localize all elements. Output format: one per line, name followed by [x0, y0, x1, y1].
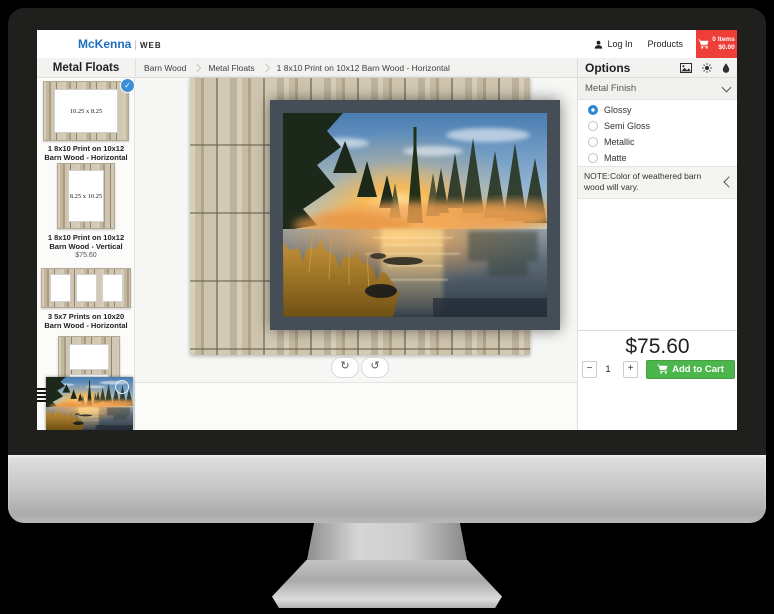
preview-area: ↻ ↺ — [135, 78, 577, 430]
cart-count: 0 Items — [712, 36, 734, 44]
cart-icon — [657, 364, 668, 374]
item-title: 1 8x10 Print on 10x12 — [37, 144, 135, 153]
breadcrumb-item-barn-wood[interactable]: Barn Wood — [144, 63, 186, 73]
mini-print — [102, 274, 123, 302]
rotate-clockwise-button[interactable]: ↻ — [331, 357, 359, 378]
mini-print — [76, 274, 97, 302]
login-link[interactable]: Log In — [594, 39, 632, 49]
cart-summary: 0 Items $0.00 — [712, 36, 734, 52]
barn-wood-note: NOTE:Color of weathered barn wood will v… — [578, 166, 737, 199]
monitor-stand-foot — [272, 560, 502, 608]
monitor-stand-neck — [306, 523, 468, 565]
product-sidebar: 10.25 x 8.25 ✓ 1 8x10 Print on 10x12 Bar… — [37, 78, 135, 430]
quantity-increase-button[interactable]: + — [623, 361, 638, 378]
finish-label: Semi Gloss — [604, 121, 650, 131]
radio-icon — [588, 121, 598, 131]
options-header: Options — [577, 58, 737, 77]
purchase-row: − 1 + Add to Cart — [578, 359, 737, 379]
logo-primary: McKenna — [78, 37, 131, 51]
quantity-value: 1 — [597, 364, 619, 375]
logo-divider: | — [134, 40, 137, 51]
breadcrumb: Barn Wood Metal Floats 1 8x10 Print on 1… — [136, 58, 577, 77]
sidebar-item-8x10-horizontal[interactable]: 10.25 x 8.25 ✓ — [43, 81, 129, 141]
sidebar-item-photo-thumbnail[interactable] — [46, 377, 133, 430]
item-title: 3 5x7 Prints on 10x20 — [37, 312, 135, 321]
options-toolbar — [680, 63, 730, 73]
app-header: McKenna | WEB Log In Products 0 Items $0… — [37, 30, 737, 58]
price-section: $75.60 — [578, 330, 737, 359]
item-price: $75.60 — [37, 252, 135, 259]
finish-option-metallic[interactable]: Metallic — [578, 134, 737, 150]
item-title: Barn Wood - Horizontal — [37, 153, 135, 162]
finish-option-semi-gloss[interactable]: Semi Gloss — [578, 118, 737, 134]
monitor-chin — [8, 455, 766, 523]
item-title: Barn Wood - Vertical — [37, 242, 135, 251]
cart-button[interactable]: 0 Items $0.00 — [696, 30, 737, 58]
metal-finish-label: Metal Finish — [585, 83, 636, 94]
rotate-counterclockwise-button[interactable]: ↺ — [361, 357, 389, 378]
screen: McKenna | WEB Log In Products 0 Items $0… — [37, 30, 737, 430]
sidebar-title: Metal Floats — [37, 58, 136, 77]
options-panel: Metal Finish Glossy Semi Gloss Metallic … — [577, 78, 737, 430]
radio-selected-icon — [588, 105, 598, 115]
selected-check-icon: ✓ — [120, 78, 135, 93]
sidebar-item-3-5x7-horizontal[interactable] — [41, 268, 131, 308]
breadcrumb-item-current: 1 8x10 Print on 10x12 Barn Wood - Horizo… — [277, 63, 450, 73]
mini-print — [50, 274, 71, 302]
radio-icon — [588, 153, 598, 163]
droplet-icon[interactable] — [722, 63, 730, 73]
barn-wood-board — [190, 78, 530, 355]
header-nav: Log In Products 0 Items $0.00 — [594, 30, 737, 58]
cart-icon — [698, 39, 709, 49]
chevron-right-icon — [261, 63, 269, 71]
quantity-decrease-button[interactable]: − — [582, 361, 597, 378]
sidebar-item-8x10-vertical[interactable]: 8.25 x 10.25 — [57, 163, 115, 229]
radio-icon — [588, 137, 598, 147]
product-price: $75.60 — [578, 331, 737, 359]
sunrise-photo — [283, 113, 547, 317]
metal-finish-section-header[interactable]: Metal Finish — [578, 78, 737, 100]
sun-icon[interactable] — [702, 63, 712, 73]
finish-label: Matte — [604, 153, 627, 163]
preview-photo — [270, 100, 560, 330]
thumb-size-label: 10.25 x 8.25 — [54, 89, 118, 133]
cart-total: $0.00 — [718, 44, 734, 52]
chevron-down-icon — [722, 82, 732, 92]
breadcrumb-item-metal-floats[interactable]: Metal Floats — [208, 63, 254, 73]
finish-label: Metallic — [604, 137, 635, 147]
thumb-size-label: 8.25 x 10.25 — [68, 170, 104, 222]
finish-label: Glossy — [604, 105, 632, 115]
chevron-right-icon — [193, 63, 201, 71]
login-label: Log In — [607, 39, 632, 49]
brand-logo: McKenna | WEB — [78, 37, 162, 51]
mini-print — [69, 344, 109, 370]
item-title: 1 8x10 Print on 10x12 — [37, 233, 135, 242]
finish-option-matte[interactable]: Matte — [578, 150, 737, 166]
options-title: Options — [585, 61, 630, 75]
preview-footer-divider — [135, 382, 577, 430]
image-icon[interactable] — [680, 63, 692, 73]
item-title: Barn Wood - Horizontal — [37, 321, 135, 330]
top-band: Metal Floats Barn Wood Metal Floats 1 8x… — [37, 58, 737, 78]
finish-option-glossy[interactable]: Glossy — [578, 102, 737, 118]
add-to-cart-button[interactable]: Add to Cart — [646, 360, 735, 379]
menu-icon[interactable] — [37, 388, 46, 403]
finish-radio-group: Glossy Semi Gloss Metallic Matte — [578, 102, 737, 166]
logo-secondary: WEB — [140, 41, 162, 50]
add-to-cart-label: Add to Cart — [672, 364, 724, 375]
products-link[interactable]: Products — [647, 39, 683, 49]
user-icon — [594, 40, 603, 49]
unselected-circle-badge — [115, 380, 129, 394]
